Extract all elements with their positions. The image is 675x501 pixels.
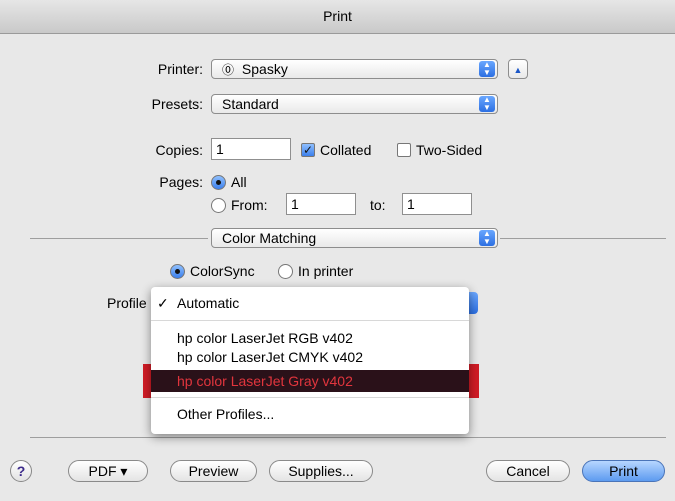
printer-label: Printer: [157, 61, 203, 77]
pages-from-label: From: [231, 197, 268, 213]
checkmark-icon: ✓ [157, 295, 169, 311]
section-value: Color Matching [222, 230, 317, 246]
pages-to-field[interactable]: 1 [402, 193, 472, 215]
profile-label: Profile [107, 295, 147, 311]
menu-item-other-profiles[interactable]: Other Profiles... [151, 405, 469, 423]
pages-from-radio[interactable] [211, 198, 226, 213]
pages-label: Pages: [159, 174, 203, 190]
menu-separator [151, 397, 469, 398]
section-popup[interactable]: Color Matching ▲ ▼ [211, 228, 498, 248]
copies-field[interactable]: 1 [211, 138, 291, 160]
popup-arrows-icon: ▲ ▼ [479, 96, 495, 112]
bottom-separator [30, 437, 666, 438]
menu-separator [151, 320, 469, 321]
popup-arrows-icon: ▲ ▼ [479, 230, 495, 246]
pages-to-label: to: [370, 197, 386, 213]
presets-value: Standard [222, 96, 279, 112]
printer-status-icon: ⓪ [222, 63, 235, 77]
disclosure-triangle-icon: ▲ [513, 65, 523, 75]
menu-item-rgb[interactable]: hp color LaserJet RGB v402 [151, 329, 469, 347]
printer-popup[interactable]: ⓪ Spasky ▲ ▼ [211, 59, 498, 79]
window-titlebar: Print [0, 0, 675, 34]
in-printer-radio[interactable] [278, 264, 293, 279]
window-title: Print [323, 8, 352, 24]
cancel-button[interactable]: Cancel [486, 460, 570, 482]
in-printer-label: In printer [298, 263, 354, 279]
help-icon: ? [16, 463, 26, 479]
supplies-button[interactable]: Supplies... [269, 460, 373, 482]
disclosure-button[interactable]: ▲ [508, 59, 528, 79]
pdf-button[interactable]: PDF ▾ [68, 460, 148, 482]
menu-item-automatic[interactable]: ✓ Automatic [151, 294, 469, 312]
pages-from-field[interactable]: 1 [286, 193, 356, 215]
separator-left [30, 238, 208, 239]
collated-label: Collated [320, 142, 372, 158]
menu-item-cmyk[interactable]: hp color LaserJet CMYK v402 [151, 348, 469, 366]
pages-all-radio[interactable] [211, 175, 226, 190]
colorsync-radio[interactable] [170, 264, 185, 279]
profile-menu: ✓ Automatic hp color LaserJet RGB v402 h… [151, 287, 469, 434]
popup-arrows-icon: ▲ ▼ [479, 61, 495, 77]
copies-label: Copies: [155, 142, 203, 158]
colorsync-label: ColorSync [190, 263, 255, 279]
separator-right [500, 238, 666, 239]
preview-button[interactable]: Preview [170, 460, 257, 482]
menu-item-gray[interactable]: hp color LaserJet Gray v402 [151, 372, 469, 390]
presets-label: Presets: [151, 96, 203, 112]
pages-all-label: All [231, 174, 247, 190]
two-sided-label: Two-Sided [416, 142, 483, 158]
help-button[interactable]: ? [10, 460, 32, 482]
presets-popup[interactable]: Standard ▲ ▼ [211, 94, 498, 114]
collated-checkbox[interactable]: ✓ [301, 143, 315, 157]
print-button[interactable]: Print [582, 460, 665, 482]
two-sided-checkbox[interactable] [397, 143, 411, 157]
printer-value: Spasky [241, 61, 288, 77]
